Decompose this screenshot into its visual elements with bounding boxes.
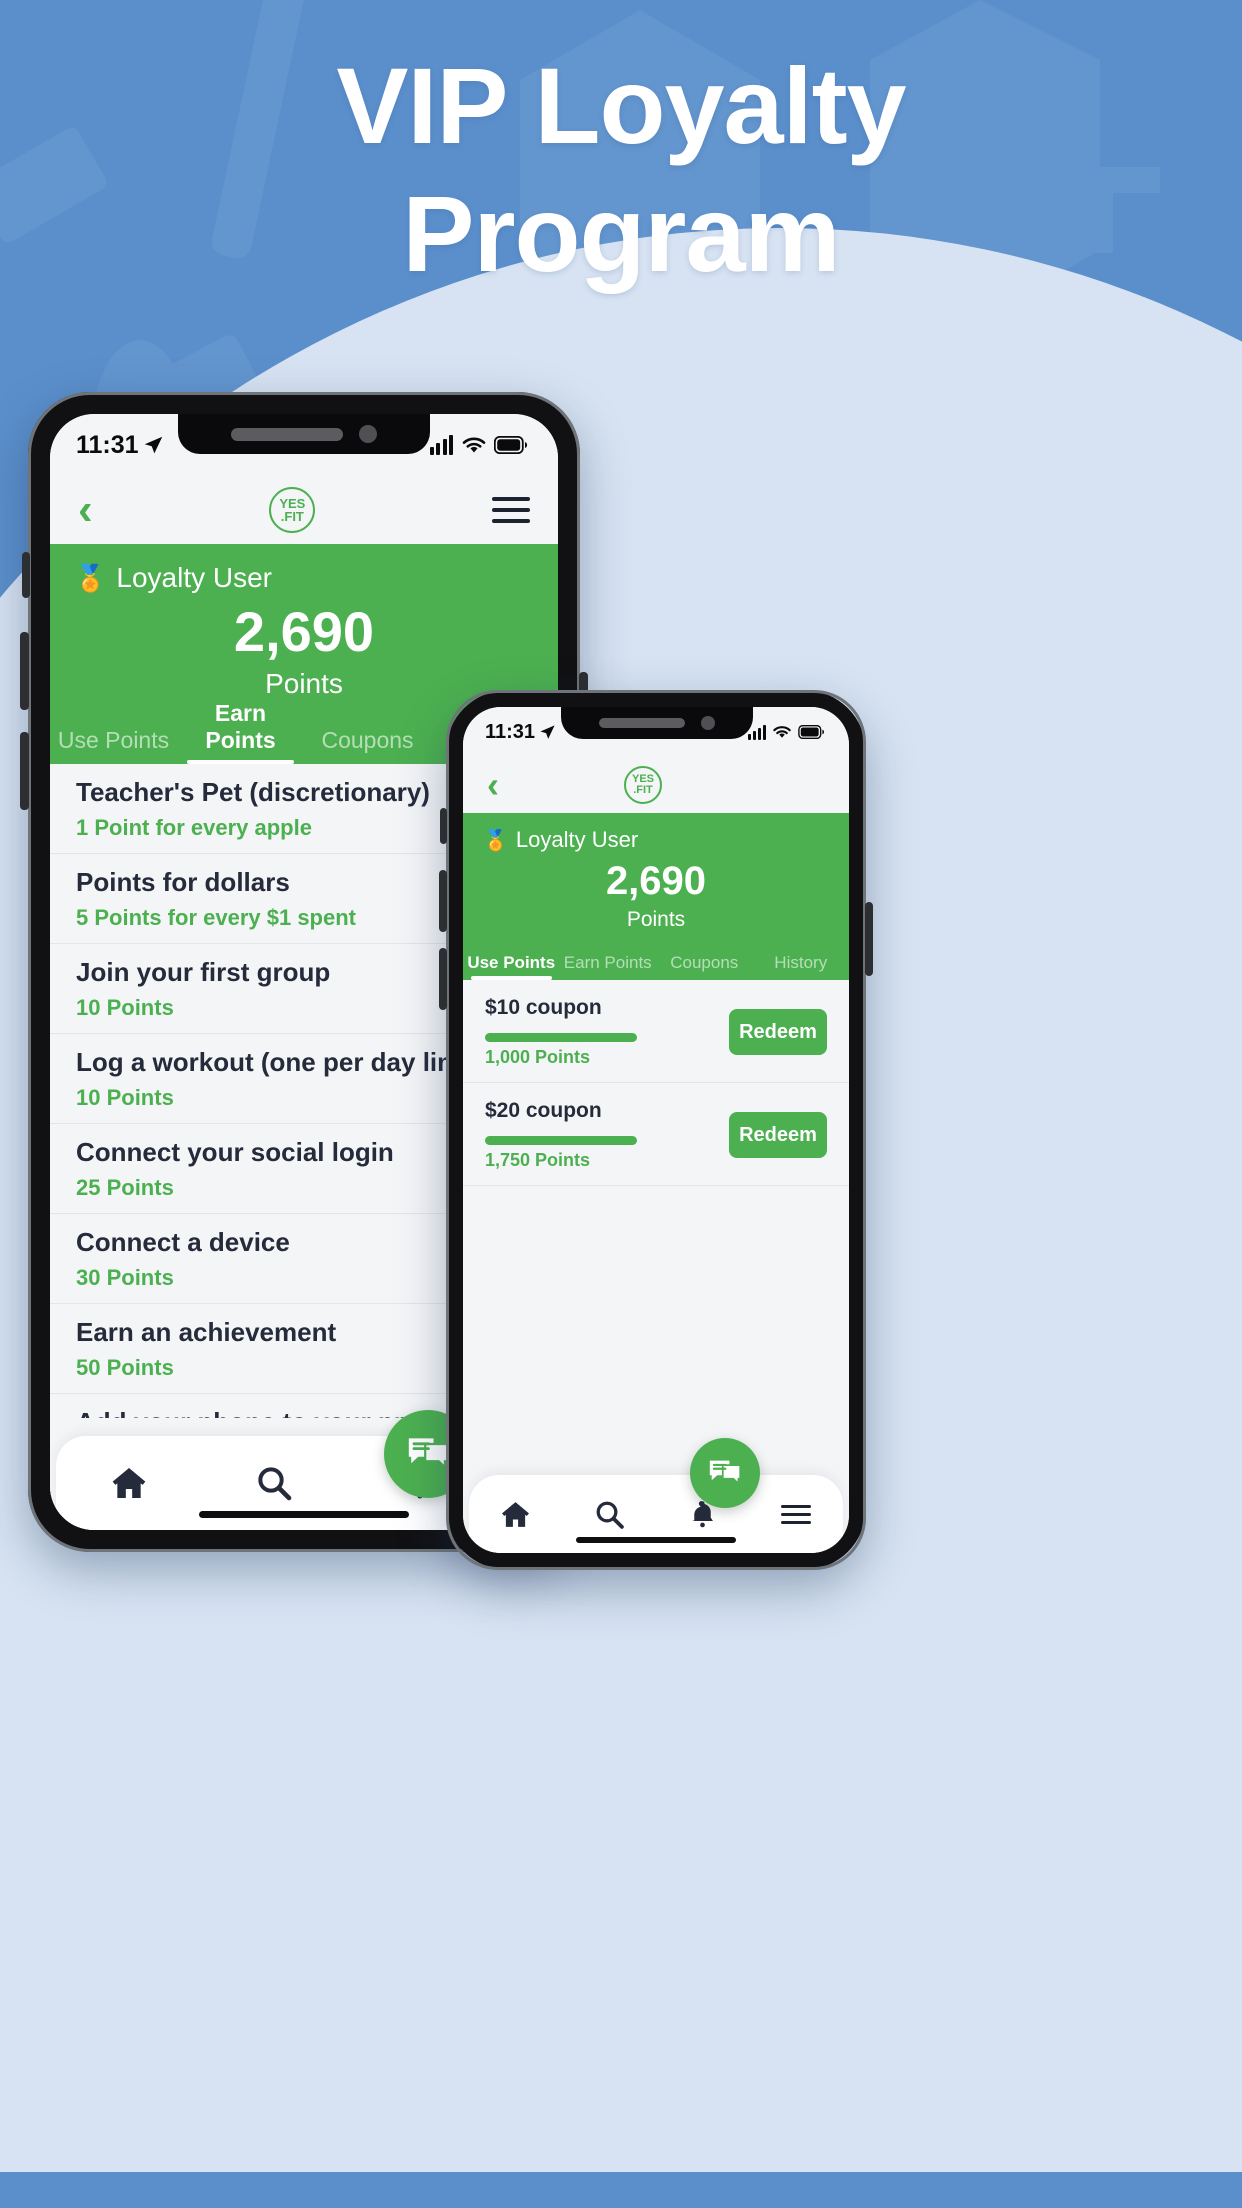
tab-coupons[interactable]: Coupons bbox=[304, 727, 431, 764]
right-home-indicator bbox=[576, 1537, 736, 1543]
left-points-value: 2,690 bbox=[233, 600, 375, 663]
phone-mockup-right: 11:31 ‹ YES .FIT 🏅 Loyalty User 2,690 Po… bbox=[439, 690, 873, 1570]
coupon-points: 1,750 Points bbox=[485, 1150, 591, 1170]
nav-home[interactable] bbox=[469, 1498, 563, 1531]
yesfit-logo: YES .FIT bbox=[624, 766, 662, 804]
tab-use-points[interactable]: Use Points bbox=[463, 952, 560, 981]
wifi-icon bbox=[462, 437, 485, 453]
table-row[interactable]: $20 coupon 1,750 Points Redeem bbox=[463, 1083, 849, 1186]
status-indicators bbox=[429, 435, 529, 455]
title-line-1: VIP Loyalty bbox=[336, 45, 906, 166]
tab-label: Use Points bbox=[57, 727, 170, 754]
right-chat-fab[interactable] bbox=[690, 1438, 760, 1508]
status-time: 11:31 bbox=[485, 720, 536, 743]
front-camera bbox=[701, 716, 715, 730]
right-phone-notch bbox=[561, 707, 753, 739]
page-title: VIP Loyalty Program bbox=[0, 52, 1242, 288]
hamburger-menu-icon bbox=[781, 1503, 812, 1525]
coupon-progress-bar bbox=[485, 1033, 637, 1042]
status-time-group: 11:31 bbox=[485, 721, 556, 744]
left-phone-notch bbox=[178, 414, 430, 454]
coupon-title: $10 coupon bbox=[485, 996, 602, 1019]
logo-line-2: .FIT bbox=[280, 509, 304, 524]
search-icon bbox=[596, 1501, 624, 1529]
battery-icon bbox=[798, 725, 825, 739]
title-line-2: Program bbox=[402, 173, 840, 294]
coupon-info: $10 coupon 1,000 Points bbox=[485, 996, 729, 1068]
tab-earn-points[interactable]: Earn Points bbox=[177, 700, 304, 764]
right-points-label: Points bbox=[626, 908, 686, 931]
right-app-header: ‹ YES .FIT bbox=[463, 757, 849, 813]
hamburger-menu-icon[interactable] bbox=[492, 495, 530, 525]
coupon-title: $20 coupon bbox=[485, 1099, 602, 1122]
back-chevron-icon[interactable]: ‹ bbox=[78, 488, 93, 532]
left-points-card: 🏅 Loyalty User 2,690 Points bbox=[50, 544, 558, 712]
right-points-card: 🏅 Loyalty User 2,690 Points bbox=[463, 813, 849, 940]
coupon-info: $20 coupon 1,750 Points bbox=[485, 1099, 729, 1171]
chat-bubbles-icon bbox=[408, 1438, 449, 1470]
yesfit-logo: YES .FIT bbox=[269, 487, 316, 533]
loyalty-user-label: Loyalty User bbox=[515, 827, 639, 852]
left-phone-volume-up bbox=[20, 632, 29, 710]
coupon-points: 1,000 Points bbox=[485, 1047, 591, 1067]
tab-label: Coupons bbox=[321, 727, 414, 754]
left-loyalty-row: 🏅 Loyalty User bbox=[74, 562, 534, 594]
right-phone-screen: 11:31 ‹ YES .FIT 🏅 Loyalty User 2,690 Po… bbox=[463, 707, 849, 1553]
earpiece-speaker bbox=[231, 427, 343, 441]
nav-home[interactable] bbox=[56, 1463, 202, 1503]
tab-label: Use Points bbox=[467, 952, 556, 972]
cellular-bars-icon bbox=[429, 435, 453, 455]
left-phone-volume-down bbox=[20, 732, 29, 810]
right-bottom-area bbox=[463, 1457, 849, 1553]
logo-line-2: .FIT bbox=[633, 784, 653, 796]
tab-coupons[interactable]: Coupons bbox=[656, 953, 753, 980]
home-icon bbox=[502, 1501, 530, 1527]
earpiece-speaker bbox=[599, 718, 685, 728]
use-points-coupon-list: $10 coupon 1,000 Points Redeem $20 coupo… bbox=[463, 980, 849, 1186]
left-home-indicator bbox=[199, 1511, 409, 1518]
redeem-button[interactable]: Redeem bbox=[729, 1009, 827, 1055]
medal-icon: 🏅 bbox=[483, 829, 508, 852]
status-time-group: 11:31 bbox=[76, 431, 164, 460]
tab-use-points[interactable]: Use Points bbox=[50, 727, 177, 764]
battery-icon bbox=[494, 436, 528, 454]
back-chevron-icon[interactable]: ‹ bbox=[487, 767, 499, 803]
right-phone-volume-up bbox=[439, 870, 447, 932]
redeem-button[interactable]: Redeem bbox=[729, 1112, 827, 1158]
tab-earn-points[interactable]: Earn Points bbox=[560, 953, 657, 980]
tab-history[interactable]: History bbox=[753, 953, 850, 980]
coupon-progress-bar bbox=[485, 1136, 637, 1145]
tab-label: Earn Points bbox=[563, 952, 652, 972]
location-arrow-icon bbox=[144, 436, 163, 453]
nav-search[interactable] bbox=[202, 1463, 348, 1503]
home-icon bbox=[112, 1468, 146, 1498]
nav-menu[interactable] bbox=[750, 1503, 844, 1525]
right-loyalty-row: 🏅 Loyalty User bbox=[483, 827, 829, 853]
status-time: 11:31 bbox=[76, 430, 139, 459]
nav-search[interactable] bbox=[563, 1498, 657, 1531]
medal-icon: 🏅 bbox=[74, 562, 107, 593]
right-tab-bar: Use Points Earn Points Coupons History bbox=[463, 940, 850, 981]
table-row[interactable]: $10 coupon 1,000 Points Redeem bbox=[463, 980, 849, 1083]
search-icon bbox=[258, 1467, 292, 1501]
loyalty-user-label: Loyalty User bbox=[116, 562, 272, 593]
front-camera bbox=[359, 425, 377, 443]
left-app-header: ‹ YES .FIT bbox=[50, 476, 558, 544]
left-phone-silent-switch bbox=[22, 552, 30, 598]
right-phone-volume-down bbox=[439, 948, 447, 1010]
right-phone-power bbox=[865, 902, 873, 976]
right-points-value: 2,690 bbox=[605, 859, 707, 903]
chat-bubbles-icon bbox=[709, 1460, 742, 1486]
tab-label: Earn Points bbox=[205, 700, 276, 754]
tab-label: Coupons bbox=[670, 952, 739, 972]
tab-label: History bbox=[774, 952, 828, 972]
location-arrow-icon bbox=[540, 724, 555, 739]
right-phone-silent-switch bbox=[440, 808, 447, 844]
status-indicators bbox=[748, 724, 825, 740]
left-points-label: Points bbox=[265, 668, 343, 699]
wifi-icon bbox=[773, 726, 791, 738]
background-blue-footer bbox=[0, 2172, 1242, 2208]
